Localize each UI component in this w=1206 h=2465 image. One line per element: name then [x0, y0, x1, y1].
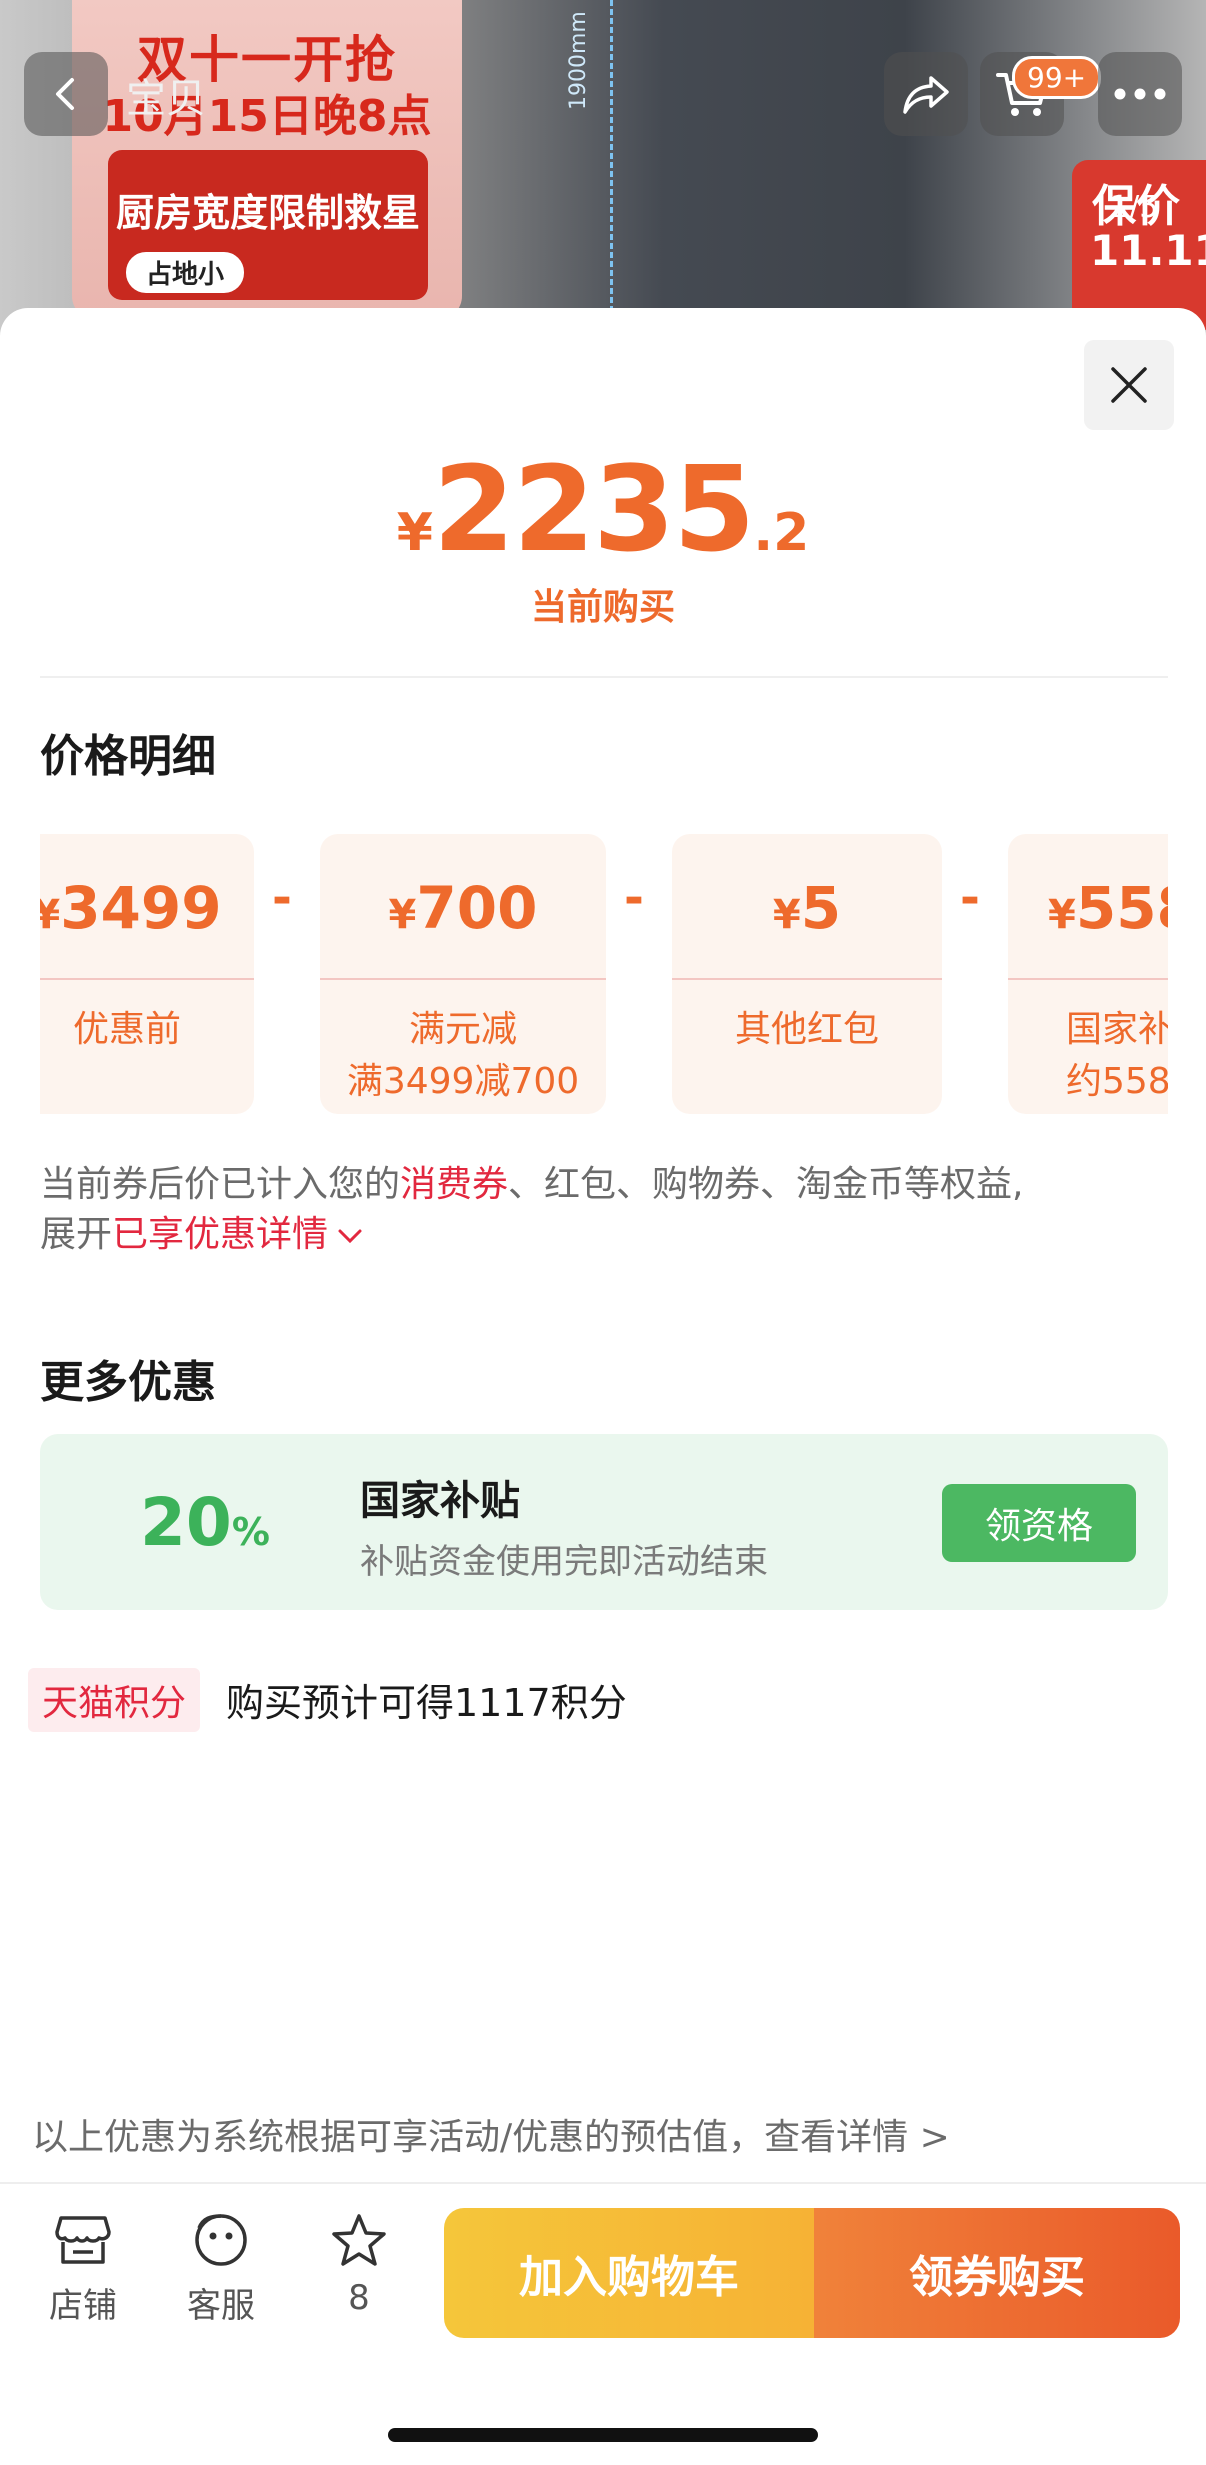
chevron-left-icon	[56, 78, 74, 110]
breakdown-amount: ¥3499	[40, 874, 222, 942]
minus-operator: -	[272, 870, 292, 926]
customer-service-icon	[195, 2214, 247, 2266]
breakdown-card[interactable]: ¥5 其他红包	[672, 834, 942, 1114]
breakdown-label: 优惠前	[72, 1009, 181, 1050]
breakdown-card[interactable]: ¥558 国家补约558.	[1008, 834, 1168, 1114]
divider	[0, 2182, 1206, 2184]
cart-badge: 99+	[1012, 56, 1102, 99]
image-pager: 1/5	[1110, 190, 1159, 225]
more-button[interactable]	[1098, 52, 1182, 136]
page-title: 宝贝	[126, 76, 206, 122]
share-button[interactable]	[884, 52, 968, 136]
share-icon	[903, 76, 949, 114]
buy-with-coupon-button[interactable]: 领券购买	[814, 2208, 1180, 2338]
breakdown-title: 价格明细	[40, 731, 216, 782]
subsidy-card: 20% 国家补贴 补贴资金使用完即活动结束 领资格	[40, 1434, 1168, 1610]
favorite-tab[interactable]: 8	[304, 2212, 414, 2318]
service-tab[interactable]: 客服	[166, 2212, 276, 2327]
breakdown-amount: ¥700	[388, 874, 538, 942]
coupon-note: 当前券后价已计入您的消费券、红包、购物券、淘金币等权益, 展开已享优惠详情	[40, 1164, 1024, 1255]
poster-pill: 占地小	[126, 252, 245, 293]
ruler-label: 1900mm	[566, 11, 591, 110]
close-button[interactable]	[1084, 340, 1174, 430]
minus-operator: -	[624, 870, 644, 926]
product-image-background: 双十一开抢 10月15日晚8点 厨房宽度限制救星 占地小 1900mm 保价 1…	[0, 0, 1206, 340]
subsidy-percent: 20%	[140, 1484, 270, 1561]
promo-tag: 保价 11.11	[1072, 160, 1206, 330]
consumer-coupon-link[interactable]: 消费券	[400, 1164, 508, 1205]
estimate-disclaimer-link[interactable]: 以上优惠为系统根据可享活动/优惠的预估值，查看详情 >	[32, 2108, 950, 2160]
breakdown-cards: ¥3499 优惠前 ¥700 满元减满3499减700 ¥5 其他红包 ¥558…	[40, 834, 1168, 1114]
breakdown-amount: ¥558	[1048, 874, 1168, 942]
star-icon	[332, 2214, 386, 2266]
price-integer: 2235	[432, 440, 755, 578]
shop-label: 店铺	[49, 2286, 117, 2326]
subsidy-description: 补贴资金使用完即活动结束	[360, 1542, 768, 1582]
product-poster: 双十一开抢 10月15日晚8点 厨房宽度限制救星 占地小	[72, 0, 462, 320]
poster-subtitle: 厨房宽度限制救星	[115, 191, 420, 235]
minus-operator: -	[960, 870, 980, 926]
breakdown-card[interactable]: ¥700 满元减 满3499减700	[320, 834, 606, 1114]
shop-tab[interactable]: 店铺	[28, 2212, 138, 2327]
discount-details-link[interactable]: 已享优惠详情	[112, 1214, 328, 1255]
poster-banner: 厨房宽度限制救星 占地小	[108, 150, 428, 300]
store-icon	[55, 2216, 111, 2264]
claim-qualification-button[interactable]: 领资格	[942, 1484, 1136, 1562]
breakdown-label: 满元减 满3499减700	[346, 1009, 580, 1102]
tmall-points-tag: 天猫积分	[28, 1668, 201, 1732]
service-label: 客服	[187, 2286, 255, 2326]
breakdown-label: 其他红包	[734, 1009, 879, 1050]
price-currency: ¥	[396, 503, 433, 563]
chevron-down-icon	[338, 1229, 362, 1244]
price-decimal: .2	[753, 503, 810, 563]
breakdown-card[interactable]: ¥3499 优惠前	[40, 834, 254, 1114]
more-offers-title: 更多优惠	[40, 1357, 216, 1408]
add-to-cart-button[interactable]: 加入购物车	[444, 2208, 814, 2338]
promo-tag-line2: 11.11	[1090, 226, 1206, 275]
divider	[40, 676, 1168, 678]
current-price-label: 当前购买	[530, 587, 675, 628]
breakdown-label: 国家补约558.	[1066, 1009, 1168, 1102]
more-icon	[1114, 88, 1166, 100]
subsidy-title: 国家补贴	[360, 1478, 520, 1524]
home-indicator	[388, 2428, 818, 2442]
back-button[interactable]	[24, 52, 108, 136]
favorite-count: 8	[348, 2278, 370, 2318]
current-price: ¥2235.2	[0, 440, 1206, 578]
close-icon	[1111, 367, 1147, 403]
points-estimate: 购买预计可得1117积分	[226, 1681, 627, 1725]
breakdown-amount: ¥5	[772, 874, 842, 942]
